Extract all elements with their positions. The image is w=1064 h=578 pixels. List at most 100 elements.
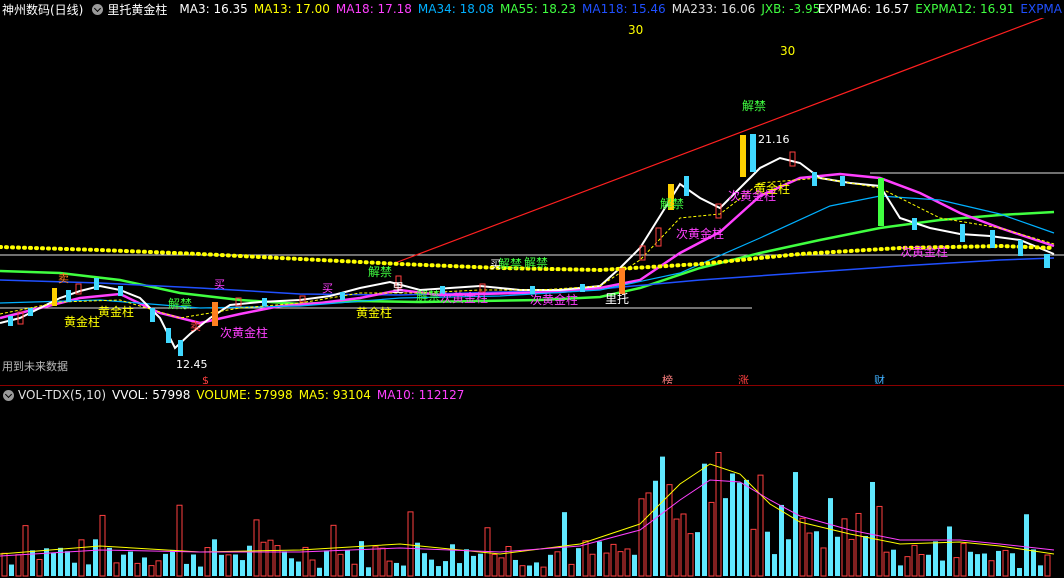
label-sub-gold-2: 次黄金柱 [220,325,268,340]
label-buy-3: 买 [490,258,501,271]
volume-bar [247,545,252,576]
label-jiejin-2: 解禁 [368,265,392,279]
volume-bar [351,563,358,577]
volume-bar [695,532,700,576]
label-sub-gold-5: 次黄金柱 [900,244,948,259]
label-litou: 里托 [605,292,629,306]
volume-bar [93,539,98,576]
volume-bar [744,479,749,576]
volume-bar [1024,514,1029,576]
stock-name[interactable]: 神州数码(日线) [2,1,83,18]
volume-bar [121,554,126,576]
volume-bar [1002,549,1009,577]
label-sub-gold-6: 次黄金柱 [728,188,776,203]
volume-bar [680,513,687,577]
volume-bar [814,531,819,576]
volume-bar [394,562,399,576]
volume-bar [645,492,652,577]
volume-bar [968,551,973,576]
volume-bar [65,551,70,576]
volume-bar [835,536,840,576]
volume-bar [624,548,631,577]
volume-bar [666,484,673,577]
ma118-value: MA118: 15.46 [582,2,666,16]
volume-bar [379,547,386,577]
volume-bar [113,562,120,577]
volume-bar [372,546,379,577]
expma12-value: EXPMA12: 16.91 [915,2,1015,16]
volume-bar [1017,567,1022,576]
volume-bar [723,498,728,576]
marker-s: $ [202,374,209,384]
volume-bar [638,498,645,577]
volume-bar [911,544,918,577]
chevron-down-icon[interactable] [92,3,104,15]
volume-bar [940,560,945,576]
volume-bar [134,562,141,577]
volume-bar [576,548,581,576]
volume-bar [176,504,183,577]
vol-ma5-line [0,463,1055,555]
volume-bar [891,549,896,576]
volume-bar [806,532,813,577]
ma55-value: MA55: 18.23 [499,2,576,16]
volume-bar [366,567,371,576]
volume-bar [540,566,547,577]
label-jiejin-4: 解禁 [524,256,548,270]
volume-bar [757,474,764,577]
volume-bar [233,554,238,576]
volume-indicator-name[interactable]: VOL-TDX(5,10) [18,388,106,402]
label-buy-1: 买 [214,278,225,291]
volume-bar [386,560,393,577]
volume-bar [36,558,43,577]
volume-bar [429,559,434,576]
volume-bar [904,556,911,577]
volume-bar [975,554,980,576]
label-sub-gold-1: 次黄金柱 [676,226,724,241]
volume-bar [443,561,448,576]
indicator-name[interactable]: 里托黄金柱 [107,1,167,18]
volume-bar [219,554,224,576]
volume-bar [225,554,232,577]
volume-bar [660,456,665,576]
volume-bar [828,498,833,576]
volume-bar [253,519,260,577]
price-chart[interactable]: 30 30 解禁 21.16 12.45 解禁 解禁 解禁 解禁 解禁 解禁 黄… [0,18,1064,384]
volume-bar [78,539,85,577]
vol-ma10-line [0,479,1055,557]
ma13-line [0,177,1055,319]
label-gold-4: 黄金柱 [356,305,392,320]
volume-bar [296,561,301,576]
volume-bar [1044,554,1051,577]
volume-bar [582,540,589,577]
volume-bar [1010,553,1015,576]
volume-bar [9,564,14,576]
volume-bar [715,452,722,577]
label-jiejin-1: 解禁 [660,197,684,211]
label-buy-2: 买 [322,282,333,295]
volume-bar [926,554,931,576]
volume-bar [72,562,77,576]
volume-bar [191,554,196,576]
chevron-down-icon[interactable] [3,389,14,401]
label-sell-1: 卖 [58,272,69,285]
label-thirty-b: 30 [780,44,795,58]
future-data-note: 用到未来数据 [2,359,68,373]
volume-bar [947,526,952,576]
volume-bar [610,543,617,577]
volume-bar [337,553,344,577]
volume-bar [793,472,798,576]
volume-chart[interactable] [0,404,1064,578]
volume-bar [554,551,561,577]
volume-bar [267,539,274,577]
volume-bar [870,481,875,576]
volume-bar [415,542,420,576]
volume-bar [603,552,610,577]
volume-bar [855,512,862,577]
volume-bar [407,511,414,577]
label-jiejin-6: 解禁 [416,289,440,303]
volume-bar [750,528,757,577]
volume-bar [148,565,155,577]
volume-bar [597,541,602,576]
volume-bar [982,553,987,576]
